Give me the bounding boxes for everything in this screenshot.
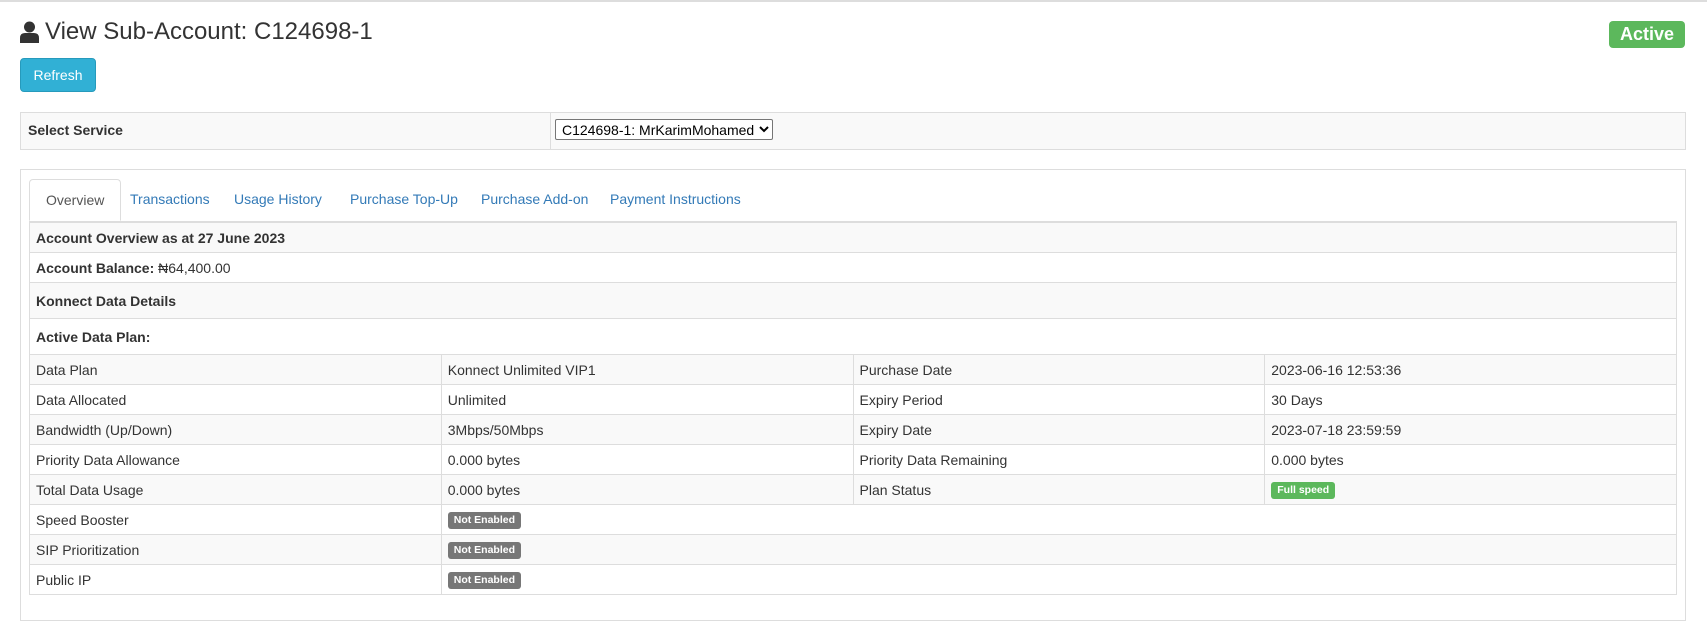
plan-label: Purchase Date [852, 354, 1266, 385]
tab-purchase-add-on[interactable]: Purchase Add-on [465, 179, 604, 220]
plan-status-badge: Full speed [1271, 482, 1336, 499]
feature-status-badge: Not Enabled [447, 542, 522, 559]
plan-value: 2023-07-18 23:59:59 [1264, 414, 1677, 445]
plan-label: Expiry Period [852, 384, 1266, 415]
plan-value: 0.000 bytes [440, 444, 854, 475]
plan-label: Total Data Usage [29, 474, 442, 505]
top-border [0, 0, 1707, 2]
account-balance-cell: Account Balance: ₦64,400.00 [29, 252, 1677, 283]
plan-value: Unlimited [440, 384, 854, 415]
page-title-text: View Sub-Account: C124698-1 [45, 18, 373, 45]
page-title: View Sub-Account: C124698-1 [20, 18, 373, 46]
tab-bar: Overview Transactions Usage History Purc… [29, 179, 1677, 222]
plan-label: Priority Data Allowance [29, 444, 442, 475]
feature-status-badge: Not Enabled [447, 512, 522, 529]
plan-value: Konnect Unlimited VIP1 [440, 354, 854, 385]
tab-transactions[interactable]: Transactions [114, 179, 226, 220]
overview-table: Account Overview as at 27 June 2023 Acco… [29, 222, 1678, 595]
tab-overview[interactable]: Overview [29, 179, 122, 221]
plan-label: Data Allocated [29, 384, 442, 415]
account-balance-label: Account Balance: [36, 259, 155, 276]
plan-value: 0.000 bytes [1264, 444, 1677, 475]
account-balance-value: ₦64,400.00 [158, 259, 231, 276]
feature-status-cell: Not Enabled [440, 504, 1678, 535]
plan-label: Plan Status [852, 474, 1266, 505]
plan-value: 3Mbps/50Mbps [440, 414, 854, 445]
select-service-label: Select Service [28, 122, 123, 138]
select-service-row: Select Service C124698-1: MrKarimMohamed [20, 112, 1686, 150]
refresh-button[interactable]: Refresh [20, 58, 96, 92]
overview-heading: Account Overview as at 27 June 2023 [29, 222, 1677, 253]
tab-usage-history[interactable]: Usage History [218, 179, 338, 220]
plan-label: Data Plan [29, 354, 442, 385]
feature-status-cell: Not Enabled [440, 534, 1678, 565]
active-plan-heading: Active Data Plan: [29, 318, 1677, 355]
plan-value: 2023-06-16 12:53:36 [1264, 354, 1677, 385]
feature-status-badge: Not Enabled [447, 572, 522, 589]
plan-label: Priority Data Remaining [852, 444, 1266, 475]
feature-label: Speed Booster [29, 504, 442, 535]
plan-label: Bandwidth (Up/Down) [29, 414, 442, 445]
service-divider [550, 113, 551, 149]
plan-label: Expiry Date [852, 414, 1266, 445]
tab-payment-instructions[interactable]: Payment Instructions [594, 179, 757, 220]
account-panel: Overview Transactions Usage History Purc… [20, 169, 1686, 621]
tab-purchase-top-up[interactable]: Purchase Top-Up [334, 179, 474, 220]
feature-status-cell: Not Enabled [440, 564, 1678, 595]
plan-value: 30 Days [1264, 384, 1677, 415]
plan-value: 0.000 bytes [440, 474, 854, 505]
feature-label: SIP Prioritization [29, 534, 442, 565]
plan-status-cell: Full speed [1264, 474, 1677, 505]
service-select[interactable]: C124698-1: MrKarimMohamed [555, 119, 773, 140]
feature-label: Public IP [29, 564, 442, 595]
data-details-heading: Konnect Data Details [29, 282, 1677, 319]
user-icon [20, 21, 39, 43]
account-status-badge: Active [1608, 21, 1685, 48]
